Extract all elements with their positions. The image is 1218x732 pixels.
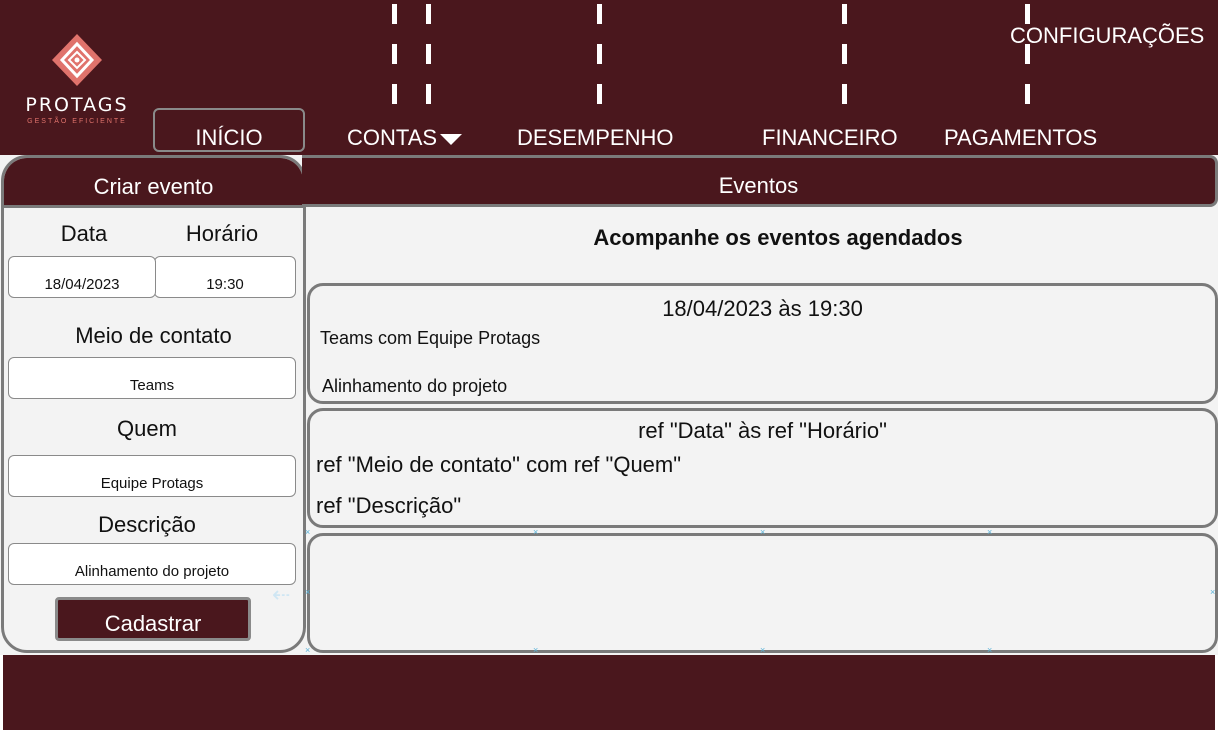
divider-dash	[597, 84, 602, 104]
event-datetime: 18/04/2023 às 19:30	[662, 296, 863, 321]
nav-item-inicio[interactable]: INÍCIO	[153, 108, 305, 152]
divider-dash	[426, 44, 431, 64]
caret-down-icon	[440, 133, 463, 145]
description-label: Descrição	[98, 512, 196, 537]
contact-field[interactable]: Teams	[8, 357, 296, 399]
divider-dash	[1025, 84, 1030, 104]
selection-handle: ×	[533, 527, 539, 537]
create-event-title: Criar evento	[4, 158, 303, 208]
brand-name: PROTAGS	[25, 94, 129, 116]
nav-label: INÍCIO	[195, 125, 263, 150]
time-field[interactable]: 19:30	[154, 256, 296, 298]
nav-item-pagamentos[interactable]: PAGAMENTOS	[944, 125, 1097, 151]
brand-logo[interactable]: PROTAGS GESTÃO EFICIENTE	[16, 32, 138, 132]
selection-handle: ×	[987, 645, 993, 655]
selection-handle: ×	[760, 527, 766, 537]
nav-item-configuracoes[interactable]: CONFIGURAÇÕES	[1010, 23, 1204, 49]
selection-handle: ×	[533, 645, 539, 655]
divider-dash	[842, 84, 847, 104]
nav-label: CONTAS	[347, 125, 438, 150]
top-nav-bar: PROTAGS GESTÃO EFICIENTE INÍCIO CONTAS D…	[0, 0, 1218, 155]
divider-dash	[842, 44, 847, 64]
nav-item-financeiro[interactable]: FINANCEIRO	[762, 125, 898, 151]
selection-handle: ×	[305, 527, 311, 537]
cadastrar-button[interactable]: Cadastrar	[55, 597, 251, 641]
footer-bar	[3, 655, 1215, 730]
divider-dash	[597, 4, 602, 24]
nav-item-contas[interactable]: CONTAS	[347, 125, 463, 151]
event-description: ref "Descrição"	[316, 493, 462, 518]
create-event-panel: Criar evento Data Horário 19:30 18/04/20…	[1, 155, 306, 653]
events-subtitle: Acompanhe os eventos agendados	[593, 225, 963, 250]
selection-handle: ×	[1210, 587, 1216, 597]
divider-dash	[842, 4, 847, 24]
event-description: Alinhamento do projeto	[322, 376, 508, 396]
divider-dash	[1025, 4, 1030, 24]
who-label: Quem	[117, 416, 177, 441]
time-label: Horário	[185, 221, 259, 246]
divider-dash	[597, 44, 602, 64]
diamond-logo-icon	[52, 34, 102, 86]
events-header: Eventos	[302, 155, 1218, 207]
divider-dash	[426, 84, 431, 104]
selection-handle: ×	[987, 527, 993, 537]
date-label: Data	[60, 221, 108, 246]
nav-item-desempenho[interactable]: DESEMPENHO	[517, 125, 673, 151]
selection-handle: ×	[305, 645, 311, 655]
description-field[interactable]: Alinhamento do projeto	[8, 543, 296, 585]
who-field[interactable]: Equipe Protags	[8, 455, 296, 497]
event-contact: Teams com Equipe Protags	[320, 328, 541, 348]
event-card-empty[interactable]	[307, 533, 1218, 653]
divider-dash	[392, 4, 397, 24]
contact-label: Meio de contato	[75, 323, 232, 348]
brand-tagline: GESTÃO EFICIENTE	[27, 118, 127, 125]
divider-dash	[392, 84, 397, 104]
back-arrow-icon: ⇠	[272, 582, 291, 607]
event-card[interactable]: ref "Data" às ref "Horário" ref "Meio de…	[307, 408, 1218, 528]
date-field[interactable]: 18/04/2023	[8, 256, 156, 298]
divider-dash	[392, 44, 397, 64]
selection-handle: ×	[305, 587, 311, 597]
event-card[interactable]: 18/04/2023 às 19:30 Teams com Equipe Pro…	[307, 283, 1218, 404]
event-contact: ref "Meio de contato" com ref "Quem"	[316, 452, 682, 477]
event-datetime: ref "Data" às ref "Horário"	[638, 418, 887, 443]
selection-handle: ×	[760, 645, 766, 655]
divider-dash	[426, 4, 431, 24]
